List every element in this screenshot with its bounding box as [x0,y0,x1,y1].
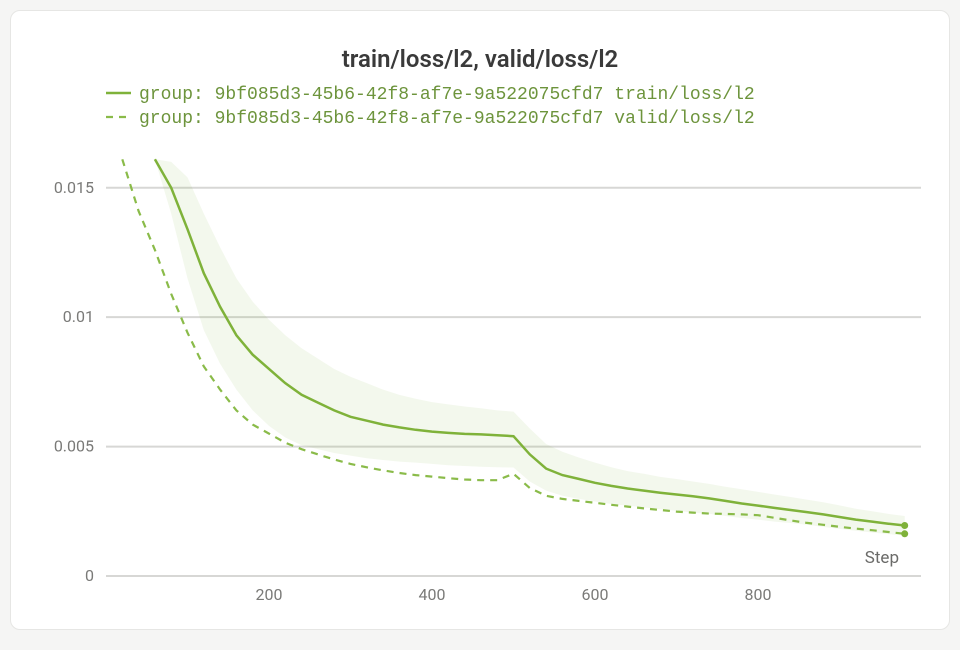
legend-entry-0: group: 9bf085d3-45b6-42f8-af7e-9a522075c… [139,85,755,105]
train-loss-line-endpoint [901,522,908,529]
legend: group: 9bf085d3-45b6-42f8-af7e-9a522075c… [106,85,755,129]
chart-title: train/loss/l2, valid/loss/l2 [342,45,619,73]
y-tick-label: 0 [85,566,94,585]
y-tick-label: 0.01 [63,307,94,326]
x-tick-label: 200 [256,585,283,604]
valid-loss-line-endpoint [901,530,908,537]
plot-area: 0 0.005 0.01 0.015 200 400 600 800 [54,159,921,604]
chart-svg: train/loss/l2, valid/loss/l2 group: 9bf0… [11,11,949,629]
chart-card: train/loss/l2, valid/loss/l2 group: 9bf0… [10,10,950,630]
x-tick-label: 600 [582,585,609,604]
x-axis-label: Step [865,548,899,568]
x-tick-label: 400 [419,585,446,604]
confidence-band [155,159,905,535]
legend-entry-1: group: 9bf085d3-45b6-42f8-af7e-9a522075c… [139,109,755,129]
x-tick-label: 800 [745,585,772,604]
y-tick-label: 0.005 [54,437,94,456]
y-tick-label: 0.015 [54,178,94,197]
